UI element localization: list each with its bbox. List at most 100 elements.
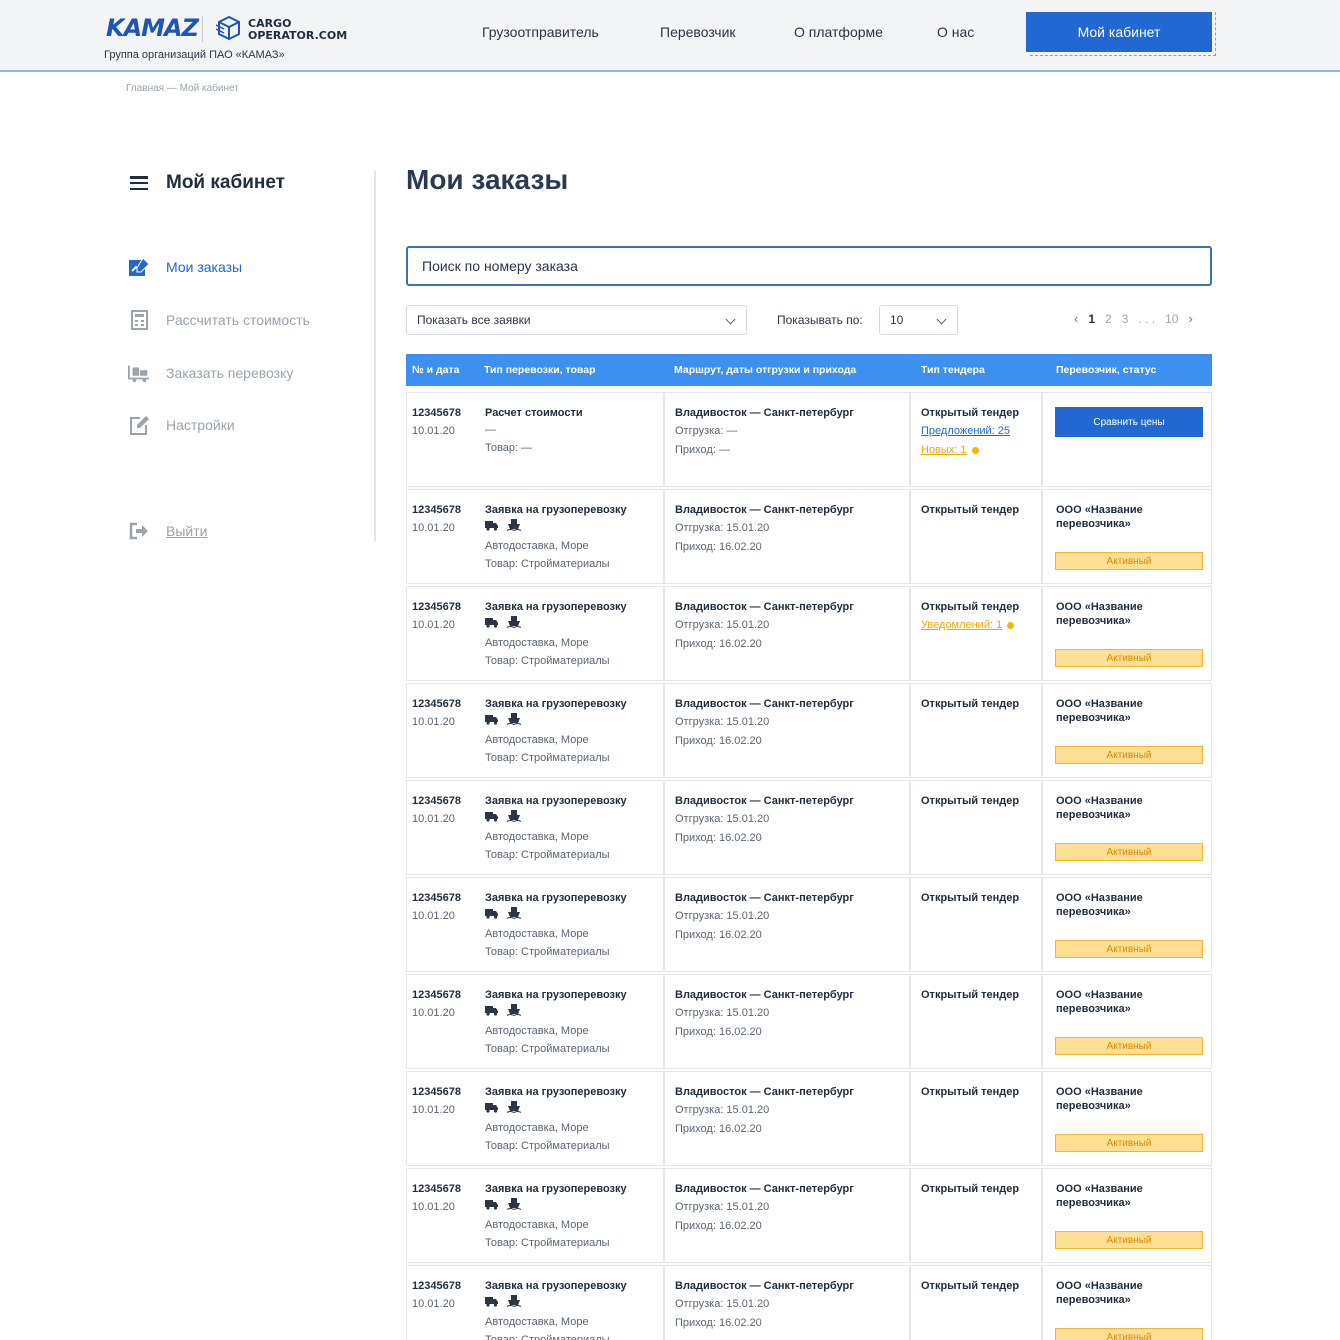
col-header-route[interactable]: Маршрут, даты отгрузки и прихода <box>674 364 856 376</box>
shipment-date: Отгрузка: 15.01.20 <box>675 1007 770 1019</box>
edit-icon <box>128 414 150 436</box>
next-page-icon[interactable]: › <box>1188 311 1192 326</box>
table-row[interactable]: 12345678 10.01.20 Заявка на грузоперевоз… <box>406 1071 1212 1166</box>
sidebar-item-orders[interactable]: Мои заказы <box>128 256 242 278</box>
page-2[interactable]: 2 <box>1105 312 1112 326</box>
page-1[interactable]: 1 <box>1088 312 1095 326</box>
carrier-name: ООО «Название <box>1056 795 1143 807</box>
tender-type: Открытый тендер <box>921 601 1020 613</box>
delivery-type: Автодоставка, Море <box>485 637 589 649</box>
order-date: 10.01.20 <box>412 716 455 728</box>
table-row[interactable]: 12345678 10.01.20 Заявка на грузоперевоз… <box>406 1168 1212 1263</box>
sidebar-item-settings[interactable]: Настройки <box>128 414 235 436</box>
tender-type: Открытый тендер <box>921 1280 1020 1292</box>
status-badge: Активный <box>1055 1328 1203 1340</box>
notifications-link[interactable]: Уведомлений: 1 <box>921 619 1002 631</box>
order-number: 12345678 <box>412 1086 461 1098</box>
carrier-name-line2: перевозчика» <box>1056 615 1131 627</box>
table-row[interactable]: 12345678 10.01.20 Заявка на грузоперевоз… <box>406 1265 1212 1340</box>
per-page-value: 10 <box>890 313 904 327</box>
delivery-type: Автодоставка, Море <box>485 1316 589 1328</box>
truck-icon <box>485 1102 498 1113</box>
breadcrumb[interactable]: Главная — Мой кабинет <box>126 83 239 94</box>
sidebar-title: Мой кабинет <box>166 172 285 193</box>
carrier-name: ООО «Название <box>1056 1183 1143 1195</box>
order-number: 12345678 <box>412 989 461 1001</box>
cargo-operator-logo[interactable]: CARGO OPERATOR.COM <box>248 18 347 42</box>
per-page-select[interactable]: 10 <box>879 305 958 335</box>
logout-icon <box>128 520 150 542</box>
truck-icon <box>485 520 498 531</box>
page-last[interactable]: 10 <box>1165 312 1178 326</box>
chevron-down-icon <box>936 314 947 325</box>
tender-type: Открытый тендер <box>921 795 1020 807</box>
ship-icon <box>507 1004 521 1016</box>
ship-icon <box>507 1295 521 1307</box>
status-badge: Активный <box>1055 940 1203 958</box>
status-badge: Активный <box>1055 1231 1203 1249</box>
col-header-type[interactable]: Тип перевозки, товар <box>484 364 596 376</box>
table-row[interactable]: 12345678 10.01.20 Расчет стоимости — Тов… <box>406 392 1212 487</box>
shipment-date: Отгрузка: 15.01.20 <box>675 522 770 534</box>
carrier-name: ООО «Название <box>1056 698 1143 710</box>
cargo-box-icon <box>216 16 240 40</box>
goods: Товар: Стройматериалы <box>485 1334 610 1340</box>
logout-label: Выйти <box>166 523 208 539</box>
order-number: 12345678 <box>412 892 461 904</box>
truck-order-icon <box>128 362 150 384</box>
logo-divider <box>202 16 203 42</box>
order-number: 12345678 <box>412 601 461 613</box>
order-number: 12345678 <box>412 698 461 710</box>
status-badge: Активный <box>1055 746 1203 764</box>
compare-prices-button[interactable]: Сравнить цены <box>1055 407 1203 437</box>
shipment-date: Отгрузка: 15.01.20 <box>675 813 770 825</box>
status-badge: Активный <box>1055 649 1203 667</box>
sidebar-item-order-transport[interactable]: Заказать перевозку <box>128 362 293 384</box>
col-header-number[interactable]: № и дата <box>412 364 459 376</box>
tender-type: Открытый тендер <box>921 989 1020 1001</box>
carrier-name: ООО «Название <box>1056 892 1143 904</box>
table-row[interactable]: 12345678 10.01.20 Заявка на грузоперевоз… <box>406 586 1212 681</box>
prev-page-icon[interactable]: ‹ <box>1074 311 1078 326</box>
nav-carrier[interactable]: Перевозчик <box>660 24 736 40</box>
sidebar-item-calculate[interactable]: Рассчитать стоимость <box>128 309 310 331</box>
nav-shipper[interactable]: Грузоотправитель <box>482 24 599 40</box>
table-row[interactable]: 12345678 10.01.20 Заявка на грузоперевоз… <box>406 780 1212 875</box>
goods: Товар: Стройматериалы <box>485 1043 610 1055</box>
col-header-carrier[interactable]: Перевозчик, статус <box>1056 364 1156 376</box>
arrival-date: Приход: 16.02.20 <box>675 638 762 650</box>
filter-select[interactable]: Показать все заявки <box>406 305 747 335</box>
offers-link[interactable]: Предложений: 25 <box>921 425 1010 437</box>
new-offers-link[interactable]: Новых: 1 <box>921 444 967 456</box>
truck-icon <box>485 811 498 822</box>
truck-icon <box>485 1296 498 1307</box>
nav-about[interactable]: О нас <box>937 24 974 40</box>
menu-icon[interactable] <box>130 176 148 190</box>
carrier-name-line2: перевозчика» <box>1056 1197 1131 1209</box>
table-row[interactable]: 12345678 10.01.20 Заявка на грузоперевоз… <box>406 877 1212 972</box>
arrival-date: Приход: 16.02.20 <box>675 1123 762 1135</box>
col-header-tender[interactable]: Тип тендера <box>921 364 985 376</box>
my-cabinet-button[interactable]: Мой кабинет <box>1026 12 1212 52</box>
transport-icons <box>485 1295 529 1307</box>
order-type: Заявка на грузоперевозку <box>485 601 627 613</box>
goods: Товар: Стройматериалы <box>485 752 610 764</box>
carrier-name-line2: перевозчика» <box>1056 809 1131 821</box>
order-search-input[interactable] <box>406 246 1212 286</box>
nav-platform[interactable]: О платформе <box>794 24 883 40</box>
sidebar-logout[interactable]: Выйти <box>128 520 207 542</box>
transport-icons <box>485 1198 529 1210</box>
table-row[interactable]: 12345678 10.01.20 Заявка на грузоперевоз… <box>406 683 1212 778</box>
page-3[interactable]: 3 <box>1122 312 1129 326</box>
tender-type: Открытый тендер <box>921 1183 1020 1195</box>
goods: Товар: Стройматериалы <box>485 1140 610 1152</box>
table-row[interactable]: 12345678 10.01.20 Заявка на грузоперевоз… <box>406 489 1212 584</box>
pagination: ‹ 1 2 3 . . . 10 › <box>1074 311 1203 326</box>
order-number: 12345678 <box>412 1280 461 1292</box>
goods: Товар: Стройматериалы <box>485 655 610 667</box>
kamaz-logo[interactable]: KAMAZ <box>106 14 199 42</box>
table-row[interactable]: 12345678 10.01.20 Заявка на грузоперевоз… <box>406 974 1212 1069</box>
order-number: 12345678 <box>412 504 461 516</box>
carrier-name: ООО «Название <box>1056 1086 1143 1098</box>
route: Владивосток — Санкт-петербург <box>675 601 854 613</box>
